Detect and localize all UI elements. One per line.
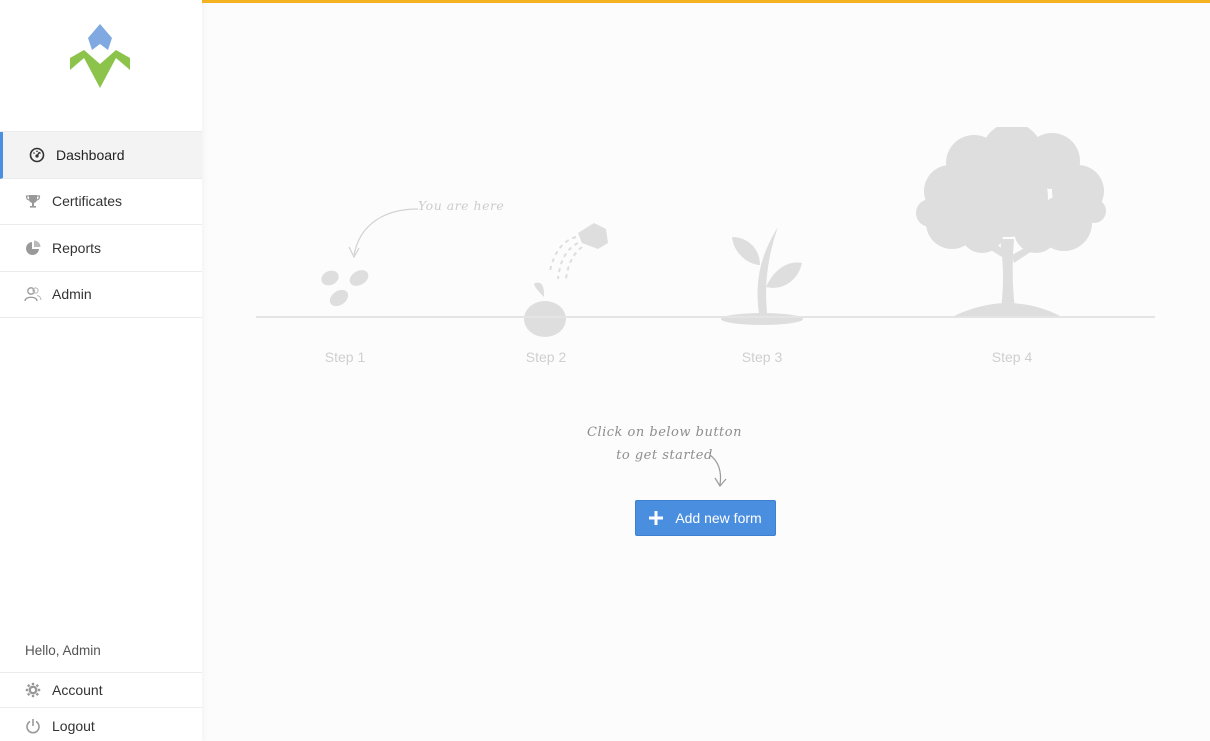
logout-label: Logout: [52, 717, 95, 734]
logout-link[interactable]: Logout: [0, 708, 202, 741]
sidebar-item-dashboard[interactable]: Dashboard: [0, 132, 202, 179]
sidebar-item-label: Admin: [52, 286, 92, 303]
you-are-here-arrow: [346, 205, 422, 261]
add-new-form-label: Add new form: [675, 510, 762, 526]
tree-illustration: [912, 127, 1108, 319]
add-new-form-button[interactable]: Add new form: [635, 500, 776, 536]
hint-line-1: Click on below button: [587, 425, 742, 440]
app-logo[interactable]: [68, 22, 132, 90]
trophy-icon: [24, 192, 42, 210]
get-started-hint: Click on below button to get started: [562, 421, 767, 467]
sidebar-item-admin[interactable]: Admin: [0, 272, 202, 318]
hint-line-2: to get started: [616, 448, 713, 463]
bottom-nav: Account Logout: [0, 672, 202, 741]
power-icon: [24, 717, 42, 735]
sprout-illustration: [720, 225, 804, 325]
seeds-illustration: [318, 265, 372, 311]
ground-line: [256, 316, 1155, 318]
account-link[interactable]: Account: [0, 673, 202, 708]
step-3-label: Step 3: [741, 349, 783, 365]
sidebar-item-label: Reports: [52, 239, 102, 256]
gear-icon: [24, 681, 42, 699]
step-1-label: Step 1: [324, 349, 366, 365]
sidebar-item-certificates[interactable]: Certificates: [0, 179, 202, 225]
pie-chart-icon: [24, 239, 42, 257]
hint-arrow: [708, 453, 732, 489]
plus-icon: [649, 511, 664, 525]
main-nav: Dashboard Certificates Reports Admin: [0, 131, 202, 318]
sidebar-item-label: Dashboard: [56, 146, 125, 163]
sidebar: Dashboard Certificates Reports Admin Hel…: [0, 0, 202, 741]
watering-illustration: [520, 221, 612, 339]
sidebar-item-label: Certificates: [52, 193, 123, 210]
you-are-here-note: You are here: [418, 198, 505, 213]
sidebar-item-reports[interactable]: Reports: [0, 225, 202, 272]
user-greeting: Hello, Admin: [25, 643, 101, 658]
users-icon: [24, 285, 42, 303]
main-content: You are here Step 1 Step 2 Step 3 Step 4…: [202, 3, 1210, 741]
account-label: Account: [52, 682, 103, 698]
dashboard-icon: [28, 146, 46, 164]
step-2-label: Step 2: [525, 349, 567, 365]
step-4-label: Step 4: [991, 349, 1033, 365]
